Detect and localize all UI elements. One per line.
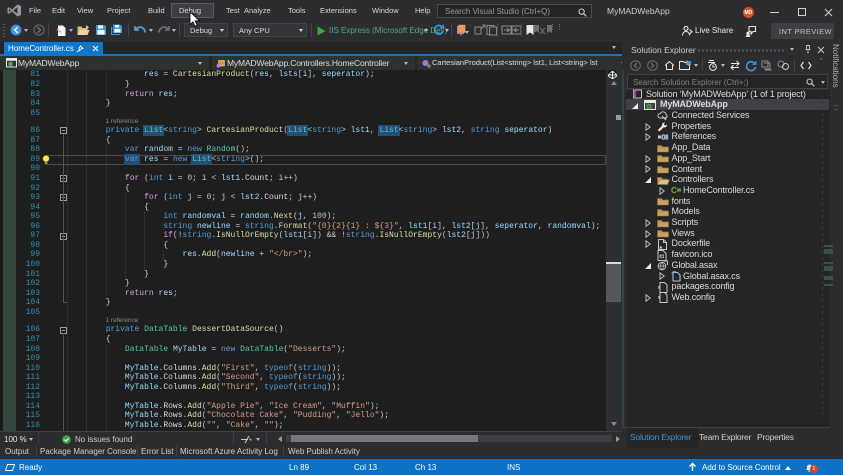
svg-text:C: C <box>671 186 677 195</box>
